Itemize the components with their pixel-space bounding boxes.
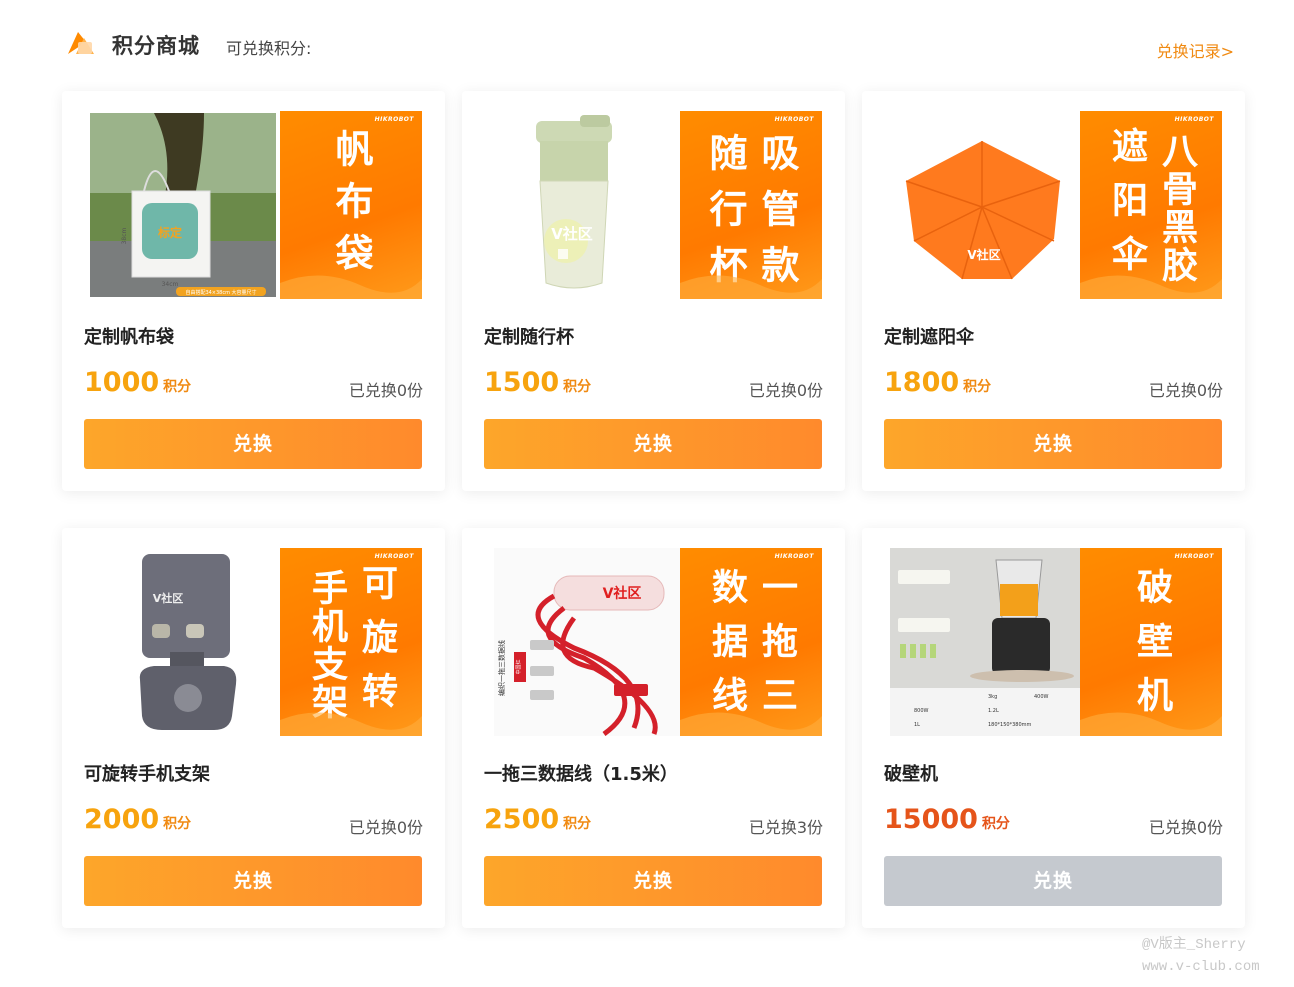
exchange-history-link[interactable]: 兑换记录> bbox=[1157, 38, 1234, 62]
brand-mark: HIKROBOT bbox=[374, 116, 414, 123]
product-name: 可旋转手机支架 bbox=[84, 764, 210, 785]
svg-text:V社区: V社区 bbox=[551, 225, 593, 243]
banner-wave bbox=[280, 712, 422, 736]
svg-text:V社区: V社区 bbox=[603, 585, 642, 602]
brand-mark: HIKROBOT bbox=[1174, 553, 1214, 560]
product-name: 定制随行杯 bbox=[484, 327, 574, 348]
product-name: 定制帆布袋 bbox=[84, 327, 174, 348]
svg-text:800W: 800W bbox=[914, 708, 929, 714]
exchanged-count: 已兑换0份 bbox=[348, 381, 423, 400]
blender-photo: 3kg 400W 800W 1.2L 1L 180*150*380mm bbox=[890, 548, 1080, 736]
available-points-label: 可兑换积分: bbox=[226, 39, 312, 58]
product-image[interactable]: V社区 HIKROBOT 八骨黑胶 遮阳伞 bbox=[884, 111, 1222, 299]
exchange-button[interactable]: 兑换 bbox=[484, 419, 822, 469]
product-card: V社区 HIKROBOT 吸管款 随行杯 定制随行杯 1500 积分 已兑换0份 … bbox=[462, 91, 845, 491]
umbrella-photo: V社区 bbox=[905, 141, 1061, 280]
exchanged-count: 已兑换0份 bbox=[1148, 381, 1223, 400]
banner-wave bbox=[1080, 275, 1222, 299]
exchanged-count: 已兑换0份 bbox=[1148, 818, 1223, 837]
product-price: 2500 积分 bbox=[484, 804, 592, 835]
product-price: 1500 积分 bbox=[484, 367, 592, 398]
brand-mark: HIKROBOT bbox=[774, 553, 814, 560]
banner-wave bbox=[1080, 712, 1222, 736]
product-price: 1800 积分 bbox=[884, 367, 992, 398]
svg-text:1L: 1L bbox=[914, 722, 920, 728]
product-card: V社区 HIKROBOT 可旋转 手机支架 可旋转手机支架 2000 积分 已兑换… bbox=[62, 528, 445, 928]
product-image[interactable]: 3kg 400W 800W 1.2L 1L 180*150*380mm HIKR… bbox=[884, 548, 1222, 736]
svg-text:34cm: 34cm bbox=[162, 281, 179, 288]
exchange-button[interactable]: 兑换 bbox=[84, 419, 422, 469]
brand-mark: HIKROBOT bbox=[1174, 116, 1214, 123]
tumbler-photo: V社区 bbox=[536, 115, 612, 289]
svg-text:400W: 400W bbox=[1034, 694, 1049, 700]
product-card: V社区 HIKROBOT 八骨黑胶 遮阳伞 定制遮阳伞 1800 积分 已兑换0份… bbox=[862, 91, 1245, 491]
product-name: 一拖三数据线（1.5米） bbox=[484, 764, 678, 785]
banner-wave bbox=[680, 275, 822, 299]
product-price: 2000 积分 bbox=[84, 804, 192, 835]
watermark: @V版主_Sherry www.v-club.com bbox=[1142, 937, 1260, 975]
brand-mark: HIKROBOT bbox=[374, 553, 414, 560]
banner-wave bbox=[680, 712, 822, 736]
product-card: V社区 中国红 编织一拖三数据线 HIKROBOT 一拖三 数据线 一拖三数据线… bbox=[462, 528, 845, 928]
svg-text:V社区: V社区 bbox=[967, 247, 1000, 262]
svg-text:3kg: 3kg bbox=[988, 694, 997, 700]
product-banner: HIKROBOT 破壁机 bbox=[1080, 548, 1222, 736]
product-name: 破壁机 bbox=[884, 764, 938, 785]
exchange-button-disabled: 兑换 bbox=[884, 856, 1222, 906]
phone-stand-photo: V社区 bbox=[139, 554, 237, 730]
page-title: 积分商城 bbox=[112, 34, 200, 58]
bag-print-text: 标定 bbox=[157, 225, 182, 240]
exchange-button[interactable]: 兑换 bbox=[884, 419, 1222, 469]
exchanged-count: 已兑换0份 bbox=[348, 818, 423, 837]
product-card: 标定 34cm 38cm 自由搭配34×38cm 大容量尺寸 HIKROBOT … bbox=[62, 91, 445, 491]
product-banner: HIKROBOT 吸管款 随行杯 bbox=[680, 111, 822, 299]
svg-text:自由搭配34×38cm 大容量尺寸: 自由搭配34×38cm 大容量尺寸 bbox=[185, 289, 256, 296]
exchanged-count: 已兑换3份 bbox=[748, 818, 823, 837]
product-image[interactable]: 标定 34cm 38cm 自由搭配34×38cm 大容量尺寸 HIKROBOT … bbox=[84, 111, 422, 299]
product-image[interactable]: V社区 中国红 编织一拖三数据线 HIKROBOT 一拖三 数据线 bbox=[484, 548, 822, 736]
data-cable-photo: V社区 中国红 编织一拖三数据线 bbox=[494, 548, 680, 736]
product-image[interactable]: V社区 HIKROBOT 吸管款 随行杯 bbox=[484, 111, 822, 299]
svg-text:中国红: 中国红 bbox=[515, 659, 522, 674]
exchanged-count: 已兑换0份 bbox=[748, 381, 823, 400]
banner-wave bbox=[280, 275, 422, 299]
product-card: 3kg 400W 800W 1.2L 1L 180*150*380mm HIKR… bbox=[862, 528, 1245, 928]
product-banner: HIKROBOT 可旋转 手机支架 bbox=[280, 548, 422, 736]
svg-text:V社区: V社区 bbox=[153, 591, 184, 605]
product-image[interactable]: V社区 HIKROBOT 可旋转 手机支架 bbox=[84, 548, 422, 736]
svg-text:180*150*380mm: 180*150*380mm bbox=[988, 722, 1032, 728]
product-banner: HIKROBOT 帆布袋 bbox=[280, 111, 422, 299]
tote-bag-photo: 标定 34cm 38cm 自由搭配34×38cm 大容量尺寸 bbox=[90, 113, 276, 297]
exchange-button[interactable]: 兑换 bbox=[84, 856, 422, 906]
svg-text:编织一拖三数据线: 编织一拖三数据线 bbox=[497, 640, 506, 696]
svg-text:1.2L: 1.2L bbox=[988, 708, 999, 714]
product-name: 定制遮阳伞 bbox=[884, 327, 974, 348]
product-banner: HIKROBOT 八骨黑胶 遮阳伞 bbox=[1080, 111, 1222, 299]
svg-text:38cm: 38cm bbox=[121, 227, 128, 244]
product-price: 15000 积分 bbox=[884, 804, 1010, 835]
page-header: 积分商城 可兑换积分: 兑换记录> bbox=[62, 26, 1234, 66]
product-banner: HIKROBOT 一拖三 数据线 bbox=[680, 548, 822, 736]
exchange-button[interactable]: 兑换 bbox=[484, 856, 822, 906]
mall-logo-icon bbox=[68, 32, 94, 54]
brand-mark: HIKROBOT bbox=[774, 116, 814, 123]
product-price: 1000 积分 bbox=[84, 367, 192, 398]
